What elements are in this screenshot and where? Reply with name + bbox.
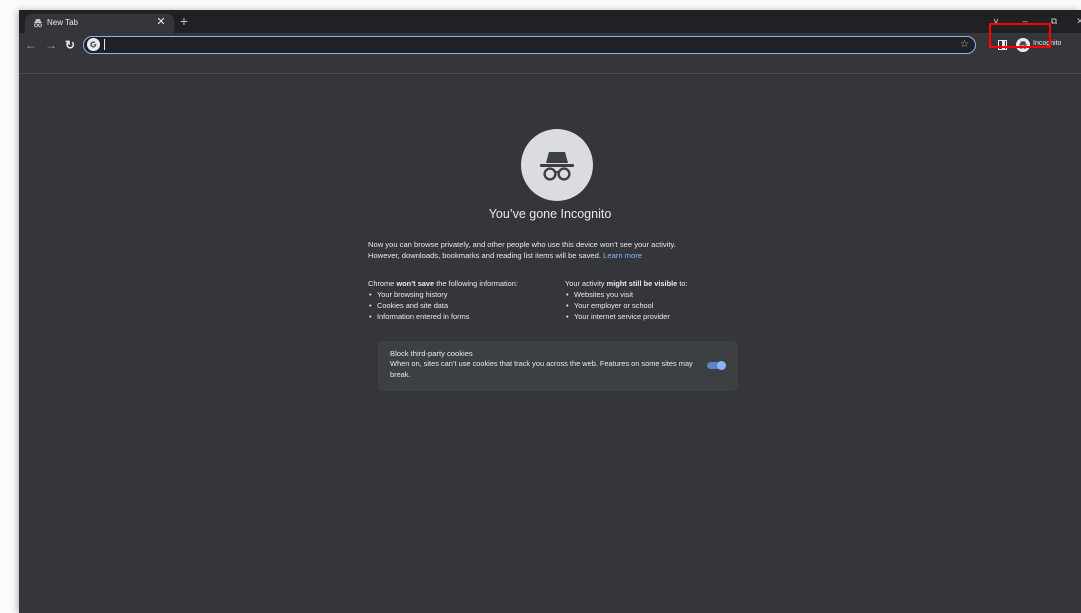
- still-visible-column: Your activity might still be visible to:…: [565, 279, 688, 322]
- text-cursor: [104, 39, 105, 50]
- toggle-knob: [717, 361, 726, 370]
- side-panel-icon[interactable]: [998, 40, 1007, 50]
- list-item: Your internet service provider: [565, 312, 688, 323]
- list-item: Your browsing history: [368, 290, 518, 301]
- still-visible-heading-pre: Your activity: [565, 279, 607, 288]
- wont-save-heading-pre: Chrome: [368, 279, 397, 288]
- incognito-avatar-icon: [1016, 38, 1030, 52]
- back-arrow-icon[interactable]: ←: [23, 37, 39, 53]
- cookies-description: When on, sites can’t use cookies that tr…: [390, 359, 693, 379]
- list-item: Your employer or school: [565, 301, 688, 312]
- intro-line-2: However, downloads, bookmarks and readin…: [368, 250, 748, 261]
- wont-save-heading-post: the following information:: [434, 279, 518, 288]
- tab-title: New Tab: [47, 18, 78, 27]
- incognito-icon: [540, 152, 574, 181]
- title-bar: New Tab ✕ + ∨ – ⧉ ✕: [19, 10, 1081, 33]
- list-item: Websites you visit: [565, 290, 688, 301]
- tab-search-icon[interactable]: ∨: [985, 13, 1007, 29]
- incognito-ntp: You’ve gone Incognito Now you can browse…: [19, 75, 1081, 613]
- learn-more-link[interactable]: Learn more: [603, 251, 642, 260]
- wont-save-heading: Chrome won’t save the following informat…: [368, 279, 518, 290]
- address-bar[interactable]: ☆: [83, 36, 976, 54]
- wont-save-heading-bold: won’t save: [396, 279, 435, 288]
- restore-icon[interactable]: ⧉: [1043, 13, 1065, 29]
- browser-window: New Tab ✕ + ∨ – ⧉ ✕ ← → ↻ ☆ Incognito Yo…: [19, 10, 1081, 613]
- cookies-title: Block third-party cookies: [390, 349, 473, 358]
- window-close-icon[interactable]: ✕: [1069, 13, 1081, 29]
- still-visible-heading-post: to:: [677, 279, 688, 288]
- close-icon[interactable]: ✕: [155, 16, 167, 28]
- google-icon: [87, 38, 100, 51]
- minimize-icon[interactable]: –: [1014, 13, 1036, 29]
- intro-text: Now you can browse privately, and other …: [368, 239, 748, 261]
- forward-arrow-icon[interactable]: →: [43, 37, 59, 53]
- block-cookies-toggle[interactable]: [707, 361, 726, 370]
- list-item: Cookies and site data: [368, 301, 518, 312]
- third-party-cookies-card: Block third-party cookies When on, sites…: [378, 341, 738, 391]
- tab-new-tab[interactable]: New Tab ✕: [25, 14, 174, 33]
- toolbar: ← → ↻ ☆ Incognito: [19, 33, 1081, 58]
- incognito-label: Incognito: [1033, 40, 1062, 47]
- bookmarks-bar: [19, 58, 1081, 74]
- incognito-hero: [521, 129, 593, 201]
- still-visible-list: Websites you visit Your employer or scho…: [565, 290, 688, 322]
- list-item: Information entered in forms: [368, 312, 518, 323]
- new-tab-button[interactable]: +: [177, 14, 191, 29]
- incognito-profile-button[interactable]: Incognito: [1013, 35, 1069, 55]
- bookmark-star-icon[interactable]: ☆: [960, 37, 969, 52]
- page-title: You’ve gone Incognito: [488, 207, 612, 221]
- intro-line-2-text: However, downloads, bookmarks and readin…: [368, 251, 601, 260]
- intro-line-1: Now you can browse privately, and other …: [368, 240, 676, 249]
- incognito-tab-icon: [34, 19, 42, 28]
- wont-save-column: Chrome won’t save the following informat…: [368, 279, 518, 322]
- wont-save-list: Your browsing history Cookies and site d…: [368, 290, 518, 322]
- reload-icon[interactable]: ↻: [62, 37, 78, 53]
- still-visible-heading: Your activity might still be visible to:: [565, 279, 688, 290]
- still-visible-heading-bold: might still be visible: [606, 279, 678, 288]
